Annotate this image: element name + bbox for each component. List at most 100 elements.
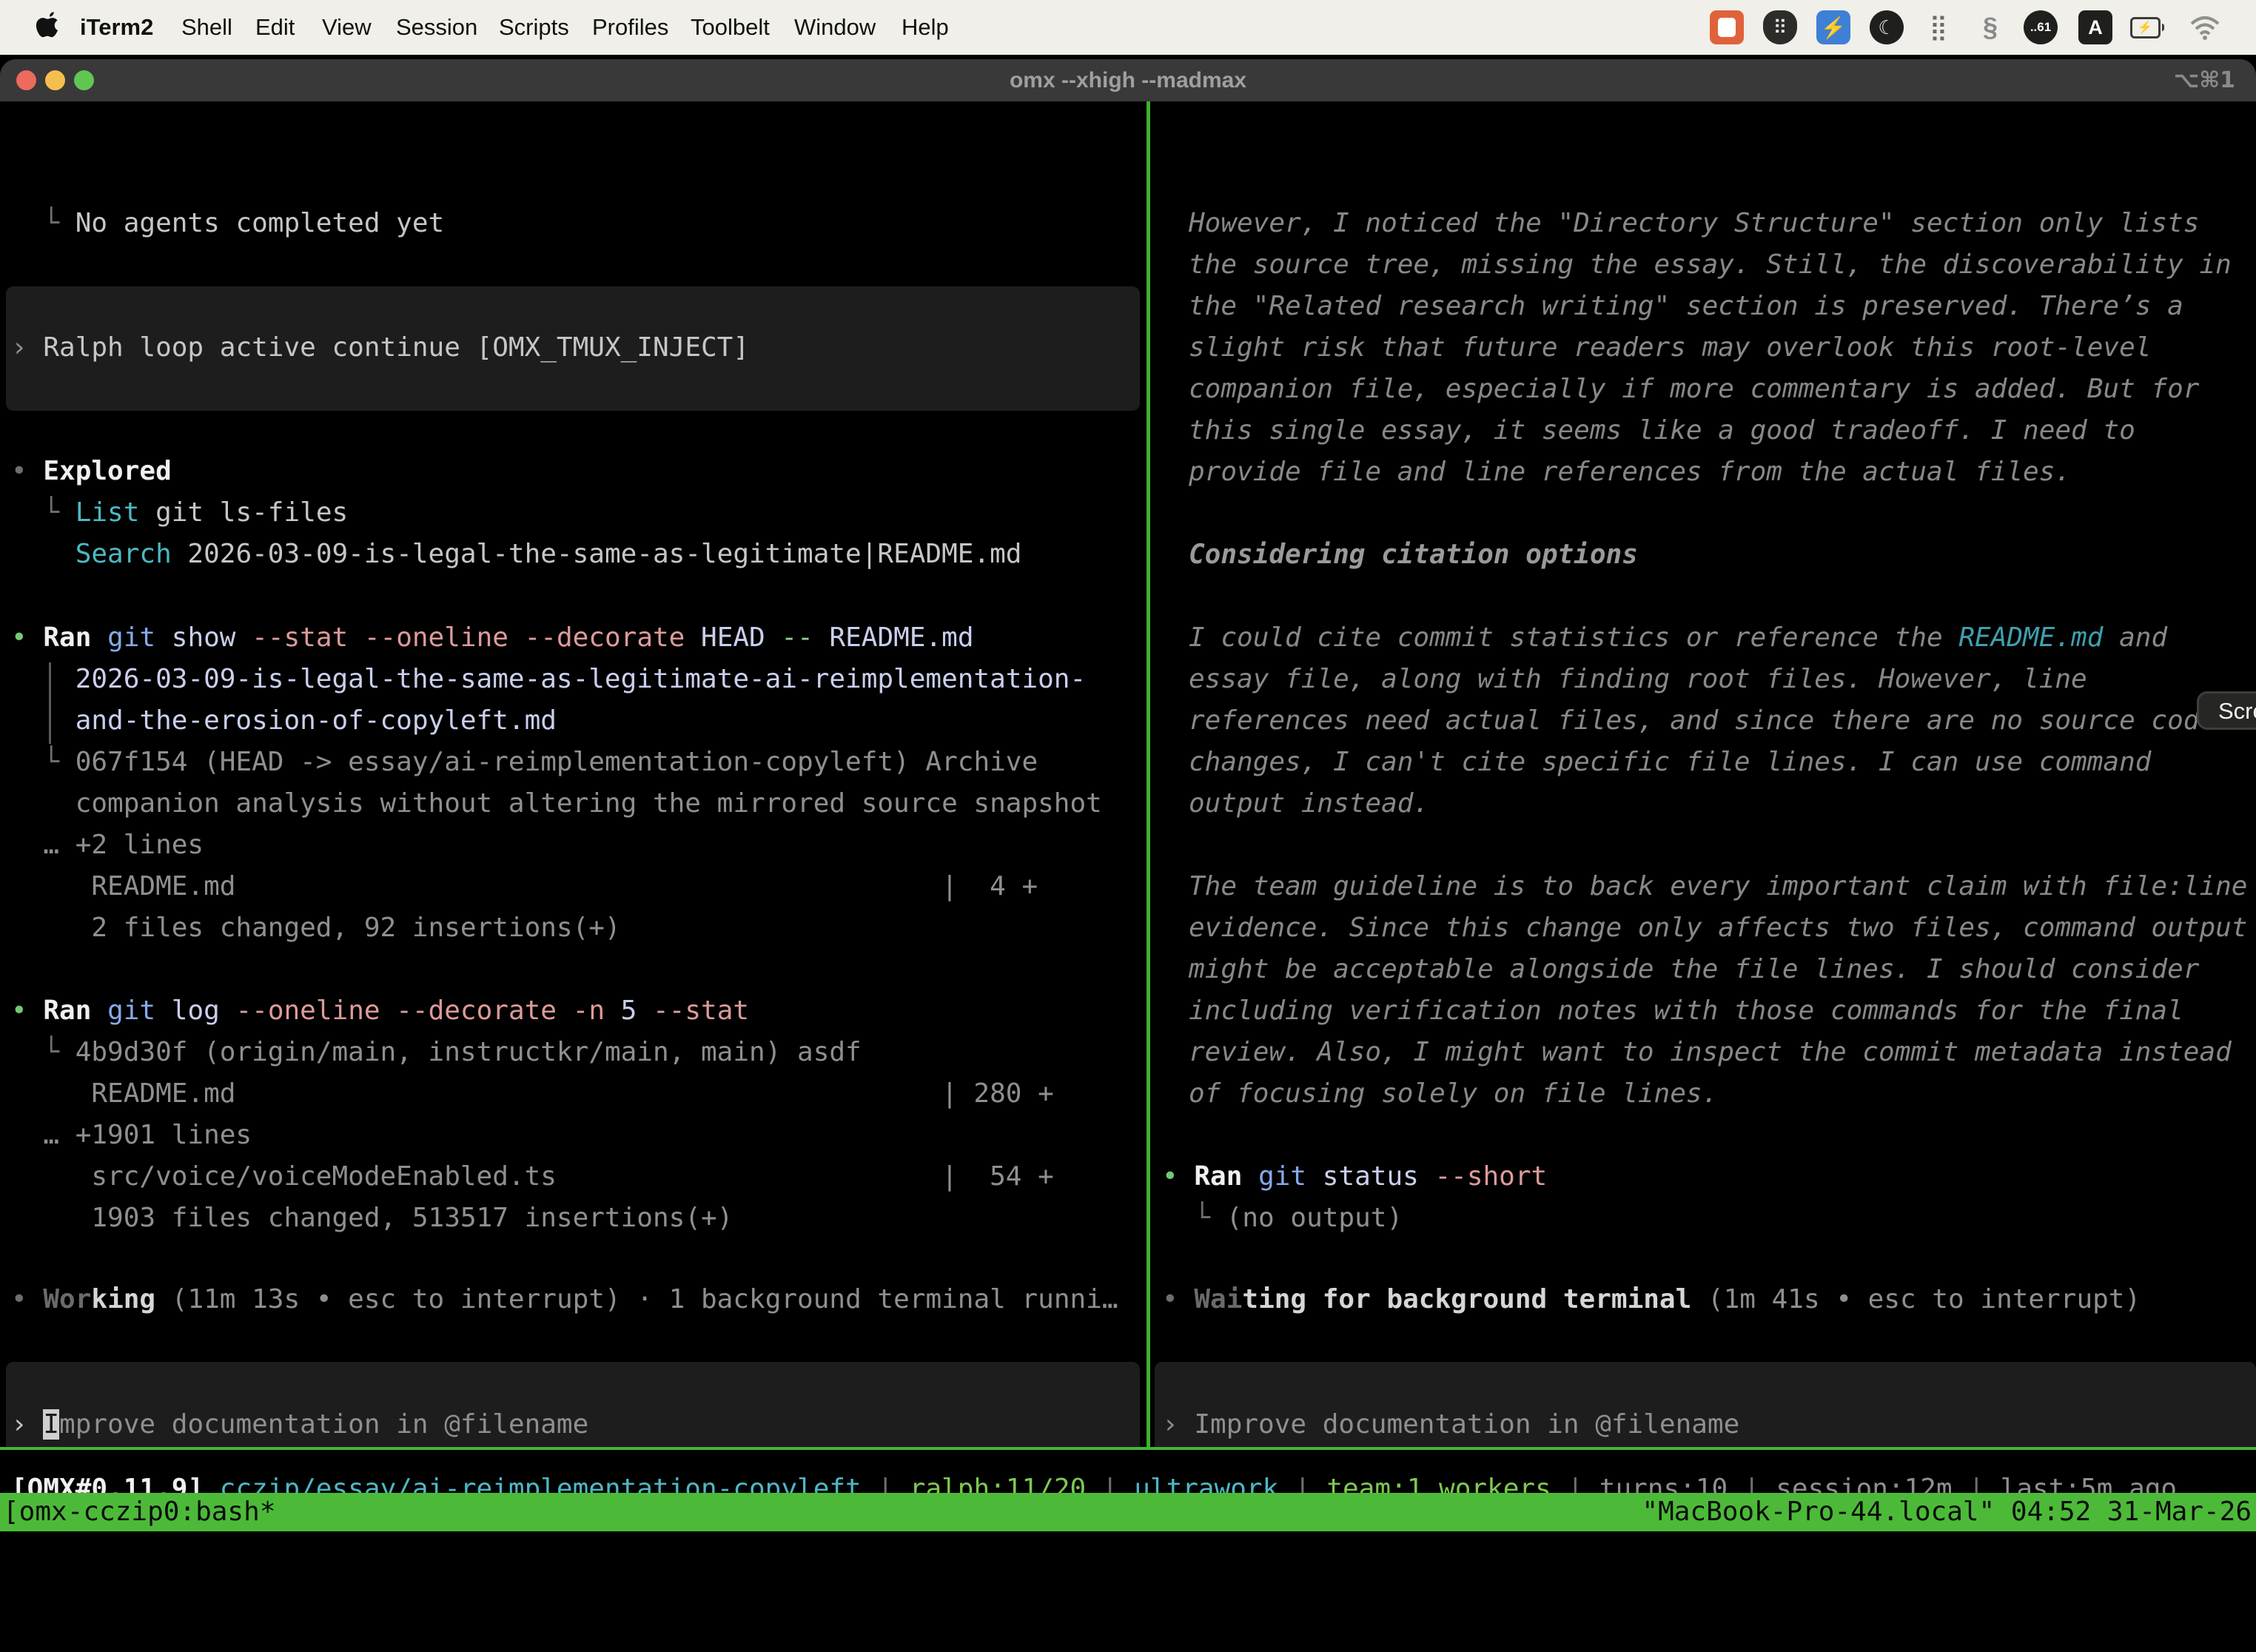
shield-app-icon[interactable]: ⠿ (1763, 10, 1797, 44)
menu-item-profiles[interactable]: Profiles (592, 0, 668, 55)
text-segment: slight risk that future readers may over… (1189, 332, 2151, 363)
text-segment: I could cite commit statistics or refere… (1189, 622, 1958, 653)
text-segment: README.md (813, 622, 974, 653)
text-segment: --short (1419, 1161, 1547, 1192)
terminal-line: 2026-03-09-is-legal-the-same-as-legitima… (11, 659, 1086, 700)
moon-app-icon[interactable]: ☾ (1870, 10, 1904, 44)
terminal-line: The team guideline is to back every impo… (1189, 866, 2247, 907)
menu-item-scripts[interactable]: Scripts (499, 0, 569, 55)
text-segment: └ (11, 747, 75, 777)
right-terminal-pane[interactable]: However, I noticed the "Directory Struct… (1153, 101, 2256, 1447)
terminal-line: evidence. Since this change only affects… (1189, 907, 2247, 949)
window-title: omx --xhigh --madmax (0, 59, 2256, 101)
menu-item-toolbelt[interactable]: Toolbelt (691, 0, 770, 55)
text-segment: HEAD (685, 622, 765, 653)
tmux-session-label: [omx-cczip0:bash* (3, 1493, 275, 1531)
text-segment: The team guideline is to back every impo… (1189, 871, 2247, 901)
text-segment: (11m 13s • esc to interrupt) · 1 backgro… (155, 1284, 1118, 1314)
lightning-app-icon[interactable]: ⚡ (1816, 10, 1850, 44)
text-segment: git (1242, 1161, 1306, 1192)
terminal-line: 2 files changed, 92 insertions(+) (11, 907, 621, 949)
text-segment: List (75, 497, 140, 528)
terminal-line: and-the-erosion-of-copyleft.md (11, 700, 557, 742)
count-badge-icon[interactable]: ..61 (2024, 10, 2058, 44)
text-segment: 1903 files changed, 513517 insertions(+) (11, 1203, 733, 1233)
text-segment: --stat (235, 622, 348, 653)
menu-item-help[interactable]: Help (902, 0, 949, 55)
text-segment: --decorate (508, 622, 685, 653)
terminal-line: … +1901 lines (11, 1115, 252, 1156)
menu-item-edit[interactable]: Edit (255, 0, 295, 55)
a-app-icon[interactable]: A (2078, 10, 2112, 44)
text-segment: Search (75, 539, 172, 569)
terminal-line: provide file and line references from th… (1189, 451, 2071, 493)
terminal-line: src/voice/voiceModeEnabled.ts | 54 + (11, 1156, 1054, 1198)
terminal-line: … +2 lines (11, 825, 204, 866)
tmux-status-bar: [omx-cczip0:bash* "MacBook-Pro-44.local"… (0, 1493, 2256, 1531)
battery-icon[interactable]: ⚡ (2130, 10, 2164, 44)
text-segment: … +1901 lines (11, 1120, 252, 1150)
text-segment: No agents completed yet (75, 208, 445, 238)
terminal-line: essay file, along with finding root file… (1189, 659, 2087, 700)
dots-grid-icon[interactable]: ⣿ (1921, 10, 1955, 44)
terminal-line: this single essay, it seems like a good … (1189, 410, 2135, 451)
terminal-line: › Improve documentation in @filename (1162, 1404, 1739, 1446)
text-segment: • (11, 1284, 43, 1314)
text-segment: and-the-erosion-of-copyleft.md (11, 705, 557, 736)
text-segment: I (43, 1409, 59, 1440)
terminal-line: However, I noticed the "Directory Struct… (1189, 203, 2199, 244)
text-segment: essay file, along with finding root file… (1189, 664, 2087, 694)
text-segment: this single essay, it seems like a good … (1189, 415, 2135, 446)
text-segment: 2 files changed, 92 insertions(+) (11, 913, 621, 943)
terminal-line: README.md | 4 + (11, 866, 1038, 907)
left-terminal-pane[interactable]: └ No agents completed yet› Ralph loop ac… (0, 101, 1146, 1447)
text-segment: README.md | 280 + (11, 1078, 1054, 1109)
squiggle-icon[interactable]: § (1973, 10, 2007, 44)
text-segment: › (1162, 1409, 1194, 1440)
text-segment: … +2 lines (11, 830, 204, 860)
text-segment: └ (11, 1037, 75, 1067)
text-segment: Considering citation options (1189, 540, 1638, 570)
menu-item-iterm2[interactable]: iTerm2 (80, 0, 153, 55)
terminal-content[interactable]: └ No agents completed yet› Ralph loop ac… (0, 101, 2256, 1652)
text-segment: git (91, 622, 155, 653)
terminal-line: might be acceptable alongside the file l… (1189, 949, 2199, 990)
text-segment: • (11, 456, 43, 486)
text-segment: output instead. (1189, 788, 1429, 819)
text-segment: show (155, 622, 235, 653)
terminal-line: companion file, especially if more comme… (1189, 369, 2199, 410)
text-segment: └ (1162, 1203, 1226, 1233)
terminal-line: references need actual files, and since … (1189, 700, 2215, 742)
terminal-line: I could cite commit statistics or refere… (1189, 617, 2167, 659)
terminal-line: companion analysis without altering the … (11, 783, 1102, 825)
text-segment (11, 539, 75, 569)
text-segment: including verification notes with those … (1189, 995, 2183, 1026)
text-segment: • (1162, 1161, 1194, 1192)
terminal-line: └ List git ls-files (11, 492, 348, 534)
terminal-line: • Ran git status --short (1162, 1156, 1547, 1198)
text-segment: of focusing solely on file lines. (1189, 1078, 1718, 1109)
menu-item-window[interactable]: Window (794, 0, 876, 55)
terminal-line: └ (no output) (1162, 1198, 1403, 1239)
pane-vertical-divider[interactable] (1147, 101, 1150, 1447)
text-segment: (1m 41s • esc to interrupt) (1691, 1284, 2141, 1314)
menu-item-view[interactable]: View (322, 0, 372, 55)
menu-item-shell[interactable]: Shell (181, 0, 232, 55)
terminal-line: • Ran git show --stat --oneline --decora… (11, 617, 974, 659)
text-segment: king (91, 1284, 155, 1314)
tmux-host-clock: "MacBook-Pro-44.local" 04:52 31-Mar-26 (1642, 1493, 2252, 1531)
text-segment: (no output) (1226, 1203, 1403, 1233)
text-segment: • (11, 995, 43, 1026)
text-segment: src/voice/voiceModeEnabled.ts | 54 + (11, 1161, 1054, 1192)
pane-horizontal-divider[interactable] (0, 1447, 2256, 1450)
chat-app-icon[interactable] (1710, 10, 1744, 44)
wifi-icon[interactable] (2188, 10, 2222, 44)
menu-item-session[interactable]: Session (396, 0, 477, 55)
terminal-line: the source tree, missing the essay. Stil… (1189, 244, 2232, 286)
text-segment: -- (765, 622, 813, 653)
text-segment: Ran (43, 995, 91, 1026)
text-segment: └ (11, 208, 75, 238)
apple-menu-icon[interactable] (36, 12, 61, 45)
terminal-line: └ 067f154 (HEAD -> essay/ai-reimplementa… (11, 742, 1038, 783)
screen-indicator-chip[interactable]: Scre (2197, 691, 2256, 730)
